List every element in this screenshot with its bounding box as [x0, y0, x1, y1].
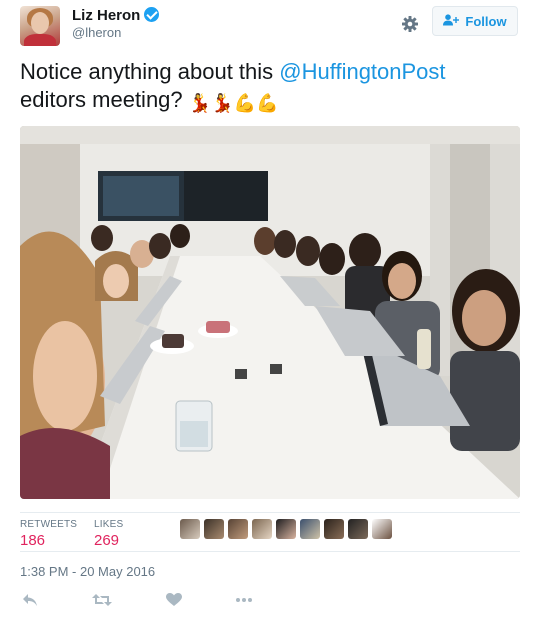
flexed-biceps-emoji: 💪 — [256, 93, 279, 113]
liker-avatar[interactable] — [324, 519, 344, 539]
add-user-icon — [443, 13, 460, 29]
tweet-text-after: editors meeting? — [20, 87, 189, 112]
avatar[interactable] — [20, 6, 60, 46]
more-icon[interactable] — [234, 590, 254, 610]
tweet-photo[interactable] — [20, 126, 520, 499]
flexed-biceps-emoji: 💪 — [233, 93, 257, 113]
mention-link[interactable]: @HuffingtonPost — [279, 59, 445, 84]
follow-button[interactable]: Follow — [432, 6, 518, 36]
liker-avatar[interactable] — [204, 519, 224, 539]
tweet-text-before: Notice anything about this — [20, 59, 280, 84]
liker-avatar[interactable] — [348, 519, 368, 539]
likes-stat[interactable]: LIKES 269 — [94, 519, 123, 549]
retweets-count: 186 — [20, 532, 46, 549]
author-name[interactable]: Liz Heron — [72, 7, 140, 24]
dancer-emoji: 💃 — [211, 93, 234, 113]
tweet-timestamp[interactable]: 1:38 PM - 20 May 2016 — [20, 564, 155, 579]
liker-avatar[interactable] — [300, 519, 320, 539]
author-handle[interactable]: @lheron — [72, 25, 159, 41]
tweet-text: Notice anything about this @HuffingtonPo… — [20, 58, 520, 114]
tweet-stats: RETWEETS 186 LIKES 269 — [20, 512, 520, 552]
liker-avatar[interactable] — [372, 519, 392, 539]
heart-icon[interactable] — [164, 590, 184, 610]
liker-avatar[interactable] — [252, 519, 272, 539]
likers-avatars — [180, 519, 392, 543]
author-block[interactable]: Liz Heron @lheron — [72, 7, 160, 41]
likes-count: 269 — [94, 532, 120, 549]
retweet-icon[interactable] — [92, 590, 112, 610]
follow-label: Follow — [465, 13, 507, 29]
author-name-row[interactable]: Liz Heron — [72, 7, 160, 25]
reply-icon[interactable] — [20, 590, 40, 610]
gear-icon[interactable] — [400, 14, 420, 34]
tweet-actions — [20, 590, 520, 610]
liker-avatar[interactable] — [180, 519, 200, 539]
tv-screen-right — [184, 171, 268, 221]
likes-label: LIKES — [94, 519, 124, 530]
liker-avatar[interactable] — [228, 519, 248, 539]
tweet-header: Liz Heron @lheron Follow — [20, 6, 520, 50]
verified-badge-icon — [144, 7, 160, 22]
dancer-emoji: 💃 — [188, 93, 212, 113]
retweets-stat[interactable]: RETWEETS 186 — [20, 519, 77, 549]
liker-avatar[interactable] — [276, 519, 296, 539]
retweets-label: RETWEETS — [20, 519, 78, 530]
